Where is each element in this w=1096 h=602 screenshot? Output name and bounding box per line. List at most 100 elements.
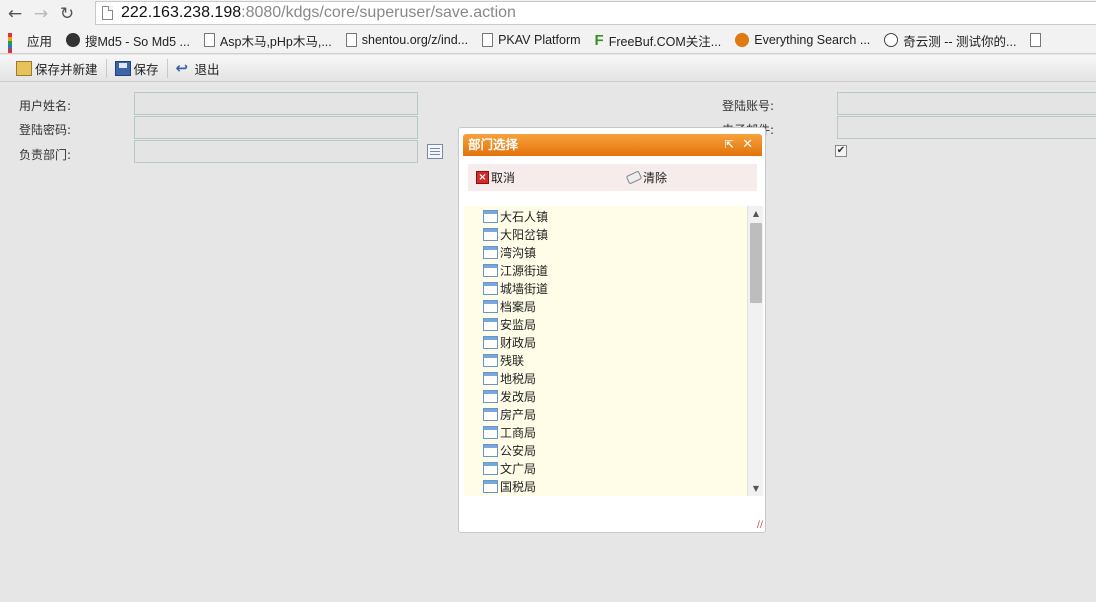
tree-item-label: 湾沟镇 [500,245,537,260]
tree-item[interactable]: 国税局 [464,477,747,495]
tree-item[interactable]: 大石人镇 [464,207,747,225]
folder-node-icon [483,245,498,259]
save-label: 保存 [133,61,159,77]
cancel-button[interactable]: × 取消 [476,169,515,186]
url-text: 222.163.238.198:8080/kdgs/core/superuser… [121,4,516,22]
dialog-title: 部门选择 [468,137,519,152]
tree-item-label: 大石人镇 [500,209,549,224]
department-tree-list: 大石人镇大阳岔镇湾沟镇江源街道 城墙街道档案局 安监局财政局 残联地税局发改局房产局工… [464,206,747,495]
tree-item-label: 工商局 [500,425,537,440]
cancel-label: 取消 [491,171,516,185]
folder-node-icon [483,461,498,475]
folder-node-icon [483,317,498,331]
eraser-icon [625,170,643,185]
tree-scrollbar[interactable]: ▲ ▼ [747,206,763,496]
folder-node-icon [483,353,498,367]
password-label: 登陆密码: [19,123,72,137]
back-arrow-icon: ↩ [175,58,189,77]
resize-grip-icon[interactable]: ∕∕ [757,520,763,530]
tree-item-label: 发改局 [500,389,537,404]
clear-label: 清除 [643,171,668,185]
bookmark-apps[interactable]: 应用 [8,31,52,53]
scroll-thumb[interactable] [750,223,762,303]
login-account-input[interactable] [837,92,1096,115]
dialog-toolbar: × 取消 清除 [468,164,757,191]
bookmark-asp[interactable]: Asp木马,pHp木马,... [203,31,332,50]
tree-item-label: 房产局 [500,407,537,422]
user-name-input[interactable] [134,92,418,115]
tree-item[interactable]: 工商局 [464,423,747,441]
url-field[interactable]: 222.163.238.198:8080/kdgs/core/superuser… [95,1,1096,25]
tree-item[interactable]: 公安局 [464,441,747,459]
bookmark-freebuf[interactable]: F FreeBuf.COM关注... [595,31,722,50]
scroll-down-arrow-icon[interactable]: ▼ [748,481,763,496]
tree-item[interactable]: 湾沟镇 [464,243,747,261]
maximize-icon[interactable]: ⇱ [725,134,734,156]
login-account-label: 登陆账号: [722,99,775,113]
bookmark-qiyunce[interactable]: 奇云测 -- 测试你的... [884,31,1016,50]
department-tree: 大石人镇大阳岔镇湾沟镇江源街道 城墙街道档案局 安监局财政局 残联地税局发改局房产局工… [464,206,763,496]
folder-node-icon [483,407,498,421]
password-input[interactable] [134,116,418,139]
url-path: :8080/kdgs/core/superuser/save.action [241,4,516,21]
tree-item[interactable]: 档案局 [464,297,747,315]
folder-node-icon [483,335,498,349]
apps-grid-icon [8,33,22,53]
app-toolbar: 保存并新建 保存 ↩ 退出 [0,55,1096,82]
scroll-up-arrow-icon[interactable]: ▲ [748,206,763,221]
folder-node-icon [483,443,498,457]
tree-item[interactable]: 大阳岔镇 [464,225,747,243]
tree-item-label: 公安局 [500,443,537,458]
save-new-icon [16,60,32,76]
user-name-label: 用户姓名: [19,99,72,113]
tree-item-label: 地税局 [500,371,537,386]
tree-item[interactable]: 房产局 [464,405,747,423]
save-button[interactable]: 保存 [114,58,168,78]
tree-item-label: 国税局 [500,479,537,494]
department-label: 负责部门: [19,148,72,162]
email-input[interactable] [837,116,1096,139]
bookmarks-bar: 应用 搜Md5 - So Md5 ... Asp木马,pHp木马,... she… [0,27,1096,54]
url-host: 222.163.238.198 [121,4,242,21]
tree-item[interactable]: 发改局 [464,387,747,405]
bookmark-pkav[interactable]: PKAV Platform [482,33,581,47]
tree-item[interactable]: 财政局 [464,333,747,351]
page-icon [203,33,215,47]
tree-item[interactable]: 安监局 [464,315,747,333]
tree-item-label: 江源街道 [500,263,549,278]
reload-icon[interactable]: ↻ [56,3,78,25]
page-icon [102,6,113,20]
tree-item[interactable]: 地税局 [464,369,747,387]
save-and-new-button[interactable]: 保存并新建 [16,58,107,78]
page-icon [482,33,494,47]
bookmark-everything[interactable]: Everything Search ... [735,33,870,47]
tree-item[interactable]: 文广局 [464,459,747,477]
folder-node-icon [483,281,498,295]
folder-node-icon [483,425,498,439]
department-picker-icon[interactable] [427,144,443,159]
folder-node-icon [483,209,498,223]
enabled-checkbox[interactable]: ✔ [835,145,847,157]
bookmark-label: shentou.org/z/ind... [361,33,469,47]
bookmark-overflow[interactable] [1030,33,1046,47]
search-icon [735,33,750,47]
bookmark-label: 奇云测 -- 测试你的... [903,34,1017,49]
bookmark-shentou[interactable]: shentou.org/z/ind... [345,33,469,47]
clock-icon [884,33,899,47]
clear-button[interactable]: 清除 [625,169,668,186]
tree-item[interactable]: 残联 [464,351,747,369]
exit-button[interactable]: ↩ 退出 [176,59,228,78]
back-arrow-icon[interactable]: ← [4,3,26,25]
page-icon [345,33,357,47]
tree-item-label: 财政局 [500,335,537,350]
md5-logo-icon [66,33,81,47]
freebuf-f-icon: F [594,31,604,49]
department-input[interactable] [134,140,418,163]
tree-item[interactable]: 江源街道 [464,261,747,279]
bookmark-somd5[interactable]: 搜Md5 - So Md5 ... [66,31,190,50]
tree-item-label: 档案局 [500,299,537,314]
close-icon[interactable]: ✕ [742,134,753,156]
forward-arrow-icon[interactable]: → [30,3,52,25]
tree-item-label: 大阳岔镇 [500,227,549,242]
tree-item[interactable]: 城墙街道 [464,279,747,297]
